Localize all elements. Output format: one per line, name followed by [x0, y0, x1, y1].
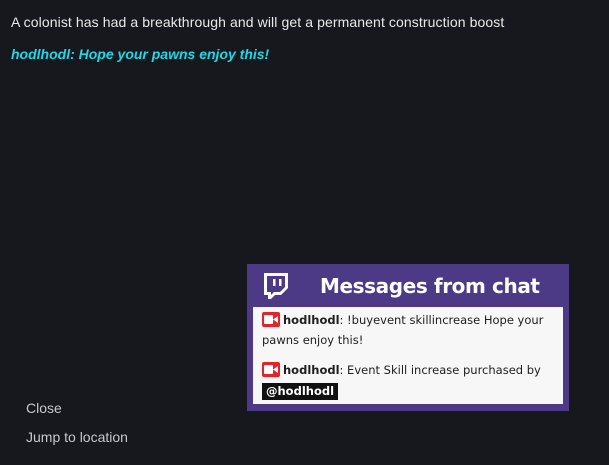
- letter-message: A colonist has had a breakthrough and wi…: [11, 14, 505, 30]
- mention-tag: @hodlhodl: [262, 383, 339, 400]
- chat-username: hodlhodl: [283, 313, 340, 327]
- chat-message: hodlhodl: !buyevent skillincrease Hope y…: [262, 310, 558, 350]
- jump-to-location-option[interactable]: Jump to location: [26, 429, 128, 445]
- chat-message: hodlhodl: Event Skill increase purchased…: [262, 360, 558, 401]
- twitch-logo-icon: [264, 273, 288, 299]
- camera-badge-icon: [262, 312, 280, 327]
- chat-messages: hodlhodl: !buyevent skillincrease Hope y…: [253, 307, 563, 404]
- chat-header: Messages from chat: [247, 264, 569, 307]
- chat-title: Messages from chat: [320, 274, 540, 298]
- viewer-message: hodlhodl: Hope your pawns enjoy this!: [11, 46, 270, 62]
- chat-overlay: Messages from chat hodlhodl: !buyevent s…: [247, 264, 569, 411]
- chat-username: hodlhodl: [283, 363, 340, 377]
- camera-badge-icon: [262, 362, 280, 377]
- close-option[interactable]: Close: [26, 400, 62, 416]
- chat-text: Event Skill increase purchased by: [343, 363, 541, 377]
